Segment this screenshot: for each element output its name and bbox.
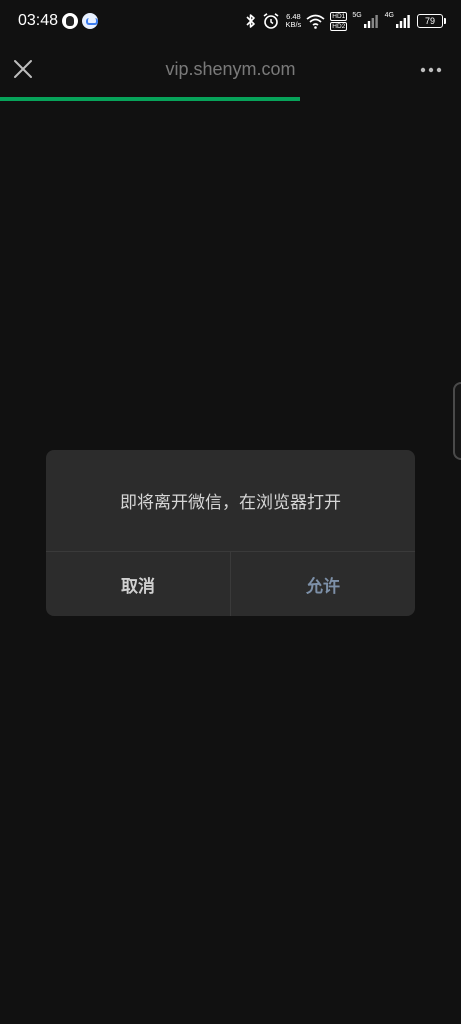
hd2-badge: HD2 — [330, 21, 348, 31]
bluetooth-icon — [246, 14, 256, 28]
chat-app-icon — [82, 13, 98, 29]
signal-1-label: 5G — [352, 12, 362, 19]
signal-icon — [363, 15, 378, 28]
network-speed-unit: KB/s — [285, 20, 302, 29]
hd1-badge: HD1 — [330, 11, 348, 21]
wifi-icon — [306, 14, 325, 29]
load-progress-bar — [0, 97, 461, 101]
nav-bar: vip.shenym.com — [0, 42, 461, 98]
allow-button[interactable]: 允许 — [231, 552, 415, 616]
network-speed: 6.48 KB/s — [285, 13, 301, 29]
more-icon — [420, 67, 442, 73]
open-in-browser-dialog: 即将离开微信，在浏览器打开 取消 允许 — [46, 450, 415, 616]
more-button[interactable] — [415, 58, 447, 82]
page-url-title: vip.shenym.com — [165, 59, 296, 79]
load-progress-fill — [0, 97, 300, 101]
battery-icon: 79 — [417, 14, 446, 28]
cancel-button[interactable]: 取消 — [46, 552, 230, 616]
signal-2-icon — [396, 15, 410, 28]
hd-badge: HD1 HD2 — [330, 11, 348, 31]
close-icon — [14, 60, 32, 78]
status-bar: 03:48 6.48 KB/s HD1 HD2 5G 4G 79 — [0, 0, 461, 42]
qq-icon — [62, 13, 78, 29]
alarm-icon — [263, 13, 279, 29]
status-time: 03:48 — [18, 12, 59, 29]
side-edge-handle[interactable] — [453, 382, 461, 460]
status-icons: 6.48 KB/s HD1 HD2 5G 4G 79 — [245, 10, 446, 32]
dialog-message: 即将离开微信，在浏览器打开 — [120, 493, 341, 513]
signal-2-label: 4G — [384, 12, 394, 19]
close-button[interactable] — [8, 54, 38, 84]
